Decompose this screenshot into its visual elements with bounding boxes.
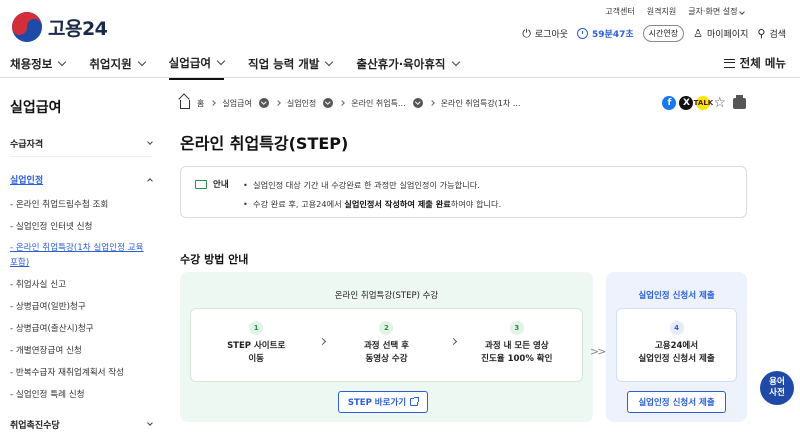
chevron-right-icon (274, 100, 281, 106)
sidebar-item-online-lecture[interactable]: - 온라인 취업특강(1차 실업인정 교육 포함) (0, 238, 162, 274)
breadcrumb: 홈 실업급여 실업인정 온라인 취업특... 온라인 취업특강(1차 ... (180, 97, 520, 109)
chevron-right-icon (339, 100, 346, 106)
all-menu-button[interactable]: 전체 메뉴 (723, 55, 786, 71)
notice-item: • 수강 완료 후, 고용24에서 실업인정서 작성하여 제출 완료하여야 합니… (243, 199, 502, 209)
session-timer: 59분47초 (577, 27, 634, 40)
sidebar-section-certification[interactable]: 실업인정 (0, 167, 162, 192)
star-icon[interactable]: ☆ (713, 96, 726, 110)
page-title: 온라인 취업특강(STEP) (180, 134, 349, 153)
kakaotalk-icon[interactable]: TALK (694, 96, 713, 110)
double-chevron-icon: >> (590, 345, 607, 358)
chevron-up-icon (147, 177, 153, 184)
submit-certification-button[interactable]: 실업인정 신청서 제출 (627, 391, 726, 413)
glossary-button[interactable]: 용어 사전 (760, 371, 794, 405)
chevron-down-icon (147, 138, 153, 145)
nav-vocational-training[interactable]: 직업 능력 개발 (248, 55, 334, 80)
process-step: 2 과정 선택 후 동영상 수강 (321, 309, 457, 381)
chevron-right-icon (428, 100, 435, 106)
notice-item: • 실업인정 대상 기간 내 수강완료 한 과정만 실업인정이 가능합니다. (243, 180, 480, 190)
step-shortcut-button[interactable]: STEP 바로가기 (338, 391, 428, 413)
sidebar-section-promotion[interactable]: 취업촉진수당 (0, 412, 162, 437)
breadcrumb-current[interactable]: 온라인 취업특강(1차 ... (441, 98, 521, 109)
search-icon: ⚲ (757, 27, 766, 40)
breadcrumb-certification[interactable]: 실업인정 (287, 98, 316, 109)
nav-jobs[interactable]: 채용정보 (10, 55, 67, 80)
nav-employment-support[interactable]: 취업지원 (89, 55, 146, 80)
process-step: 3 과정 내 모든 영상 진도율 100% 확인 (452, 309, 582, 381)
chevron-down-icon (739, 9, 745, 15)
facebook-icon[interactable]: f (662, 96, 677, 110)
sidebar-section-eligibility[interactable]: 수급자격 (0, 131, 162, 156)
main-navigation: 채용정보 취업지원 실업급여 직업 능력 개발 출산휴가·육아휴직 전체 메뉴 (0, 50, 800, 80)
power-icon: ⏻ (522, 26, 531, 40)
sidebar-item-booklet[interactable]: - 온라인 취업드림수첩 조회 (0, 194, 162, 216)
nav-unemployment-benefits[interactable]: 실업급여 (168, 55, 226, 80)
breadcrumb-lecture[interactable]: 온라인 취업특... (351, 98, 405, 109)
logo[interactable]: 고용24 (12, 12, 108, 42)
sidebar-item-internet-apply[interactable]: - 실업인정 인터넷 신청 (0, 216, 162, 238)
home-icon (180, 100, 190, 109)
notice-list: • 실업인정 대상 기간 내 수강완료 한 과정만 실업인정이 가능합니다. •… (243, 176, 501, 214)
breadcrumb-dropdown-icon[interactable] (258, 98, 269, 108)
process-step: 4 고용24에서 실업인정 신청서 제출 (616, 308, 737, 382)
logo-text: 고용24 (48, 17, 108, 40)
process-step: 1 STEP 사이트로 이동 (191, 309, 327, 381)
hamburger-icon (723, 58, 735, 68)
display-settings-link[interactable]: 글자·화면 설정 (688, 6, 745, 17)
process-steps: 1 STEP 사이트로 이동 2 과정 선택 후 동영상 수강 3 과정 내 모든 … (190, 308, 583, 382)
user-icon: ♙ (693, 27, 703, 40)
process-step-group-submit: 실업인정 신청서 제출 4 고용24에서 실업인정 신청서 제출 실업인정 신청서… (606, 272, 747, 422)
section-title: 수강 방법 안내 (180, 253, 249, 266)
breadcrumb-benefits[interactable]: 실업급여 (222, 98, 251, 109)
breadcrumb-dropdown-icon[interactable] (412, 98, 423, 108)
sidebar-item-sickness-birth[interactable]: - 상병급여(출산시)청구 (0, 318, 162, 340)
logout-button[interactable]: ⏻ 로그아웃 (522, 27, 568, 41)
clock-icon (577, 28, 589, 39)
extend-time-button[interactable]: 시간연장 (642, 25, 685, 42)
user-bar: ⏻ 로그아웃 59분47초 시간연장 ♙ 마이페이지 ⚲ 검색 (522, 25, 786, 42)
notice-header: 안내 (195, 178, 229, 190)
sidebar-title: 실업급여 (10, 100, 62, 116)
share-tools: f X TALK ☆ (662, 94, 746, 110)
breadcrumb-dropdown-icon[interactable] (323, 98, 334, 108)
nav-parental-leave[interactable]: 출산휴가·육아휴직 (356, 55, 460, 80)
external-link-icon (410, 397, 420, 406)
sidebar-item-sickness-general[interactable]: - 상병급여(일반)청구 (0, 296, 162, 318)
notice-box: 안내 • 실업인정 대상 기간 내 수강완료 한 과정만 실업인정이 가능합니다… (180, 166, 747, 218)
chevron-right-icon (210, 100, 217, 106)
search-button[interactable]: ⚲ 검색 (757, 27, 786, 40)
chevron-down-icon (325, 57, 334, 67)
megaphone-icon (195, 179, 207, 189)
chevron-down-icon (58, 57, 67, 67)
process-group-header: 온라인 취업특강(STEP) 수강 (334, 291, 439, 301)
sidebar-item-extension[interactable]: - 개별연장급여 신청 (0, 340, 162, 362)
mypage-link[interactable]: ♙ 마이페이지 (693, 27, 748, 40)
chevron-down-icon (137, 57, 146, 67)
process-group-header: 실업인정 신청서 제출 (638, 291, 715, 301)
remote-support-link[interactable]: 원격지원 (647, 6, 676, 17)
customer-center-link[interactable]: 고객센터 (605, 6, 634, 17)
breadcrumb-home[interactable]: 홈 (197, 98, 204, 109)
utility-links: 고객센터 원격지원 글자·화면 설정 (605, 6, 745, 17)
chevron-down-icon (451, 57, 460, 67)
logo-mark-icon (12, 12, 42, 42)
chevron-down-icon (147, 419, 153, 426)
x-icon[interactable]: X (679, 96, 694, 110)
process-step-group-lecture: 온라인 취업특강(STEP) 수강 1 STEP 사이트로 이동 2 과정 선택 … (180, 272, 593, 422)
sidebar-item-special[interactable]: - 실업인정 특례 신청 (0, 384, 162, 406)
sidebar-item-employment-report[interactable]: - 취업사실 신고 (0, 274, 162, 296)
print-icon[interactable] (733, 94, 746, 109)
sidebar-item-reemployment-plan[interactable]: - 반복수급자 재취업계획서 작성 (0, 362, 162, 384)
chevron-down-icon (216, 56, 226, 66)
sidebar: 실업급여 수급자격 실업인정 - 온라인 취업드림수첩 조회 - 실업인정 인터… (0, 79, 162, 437)
